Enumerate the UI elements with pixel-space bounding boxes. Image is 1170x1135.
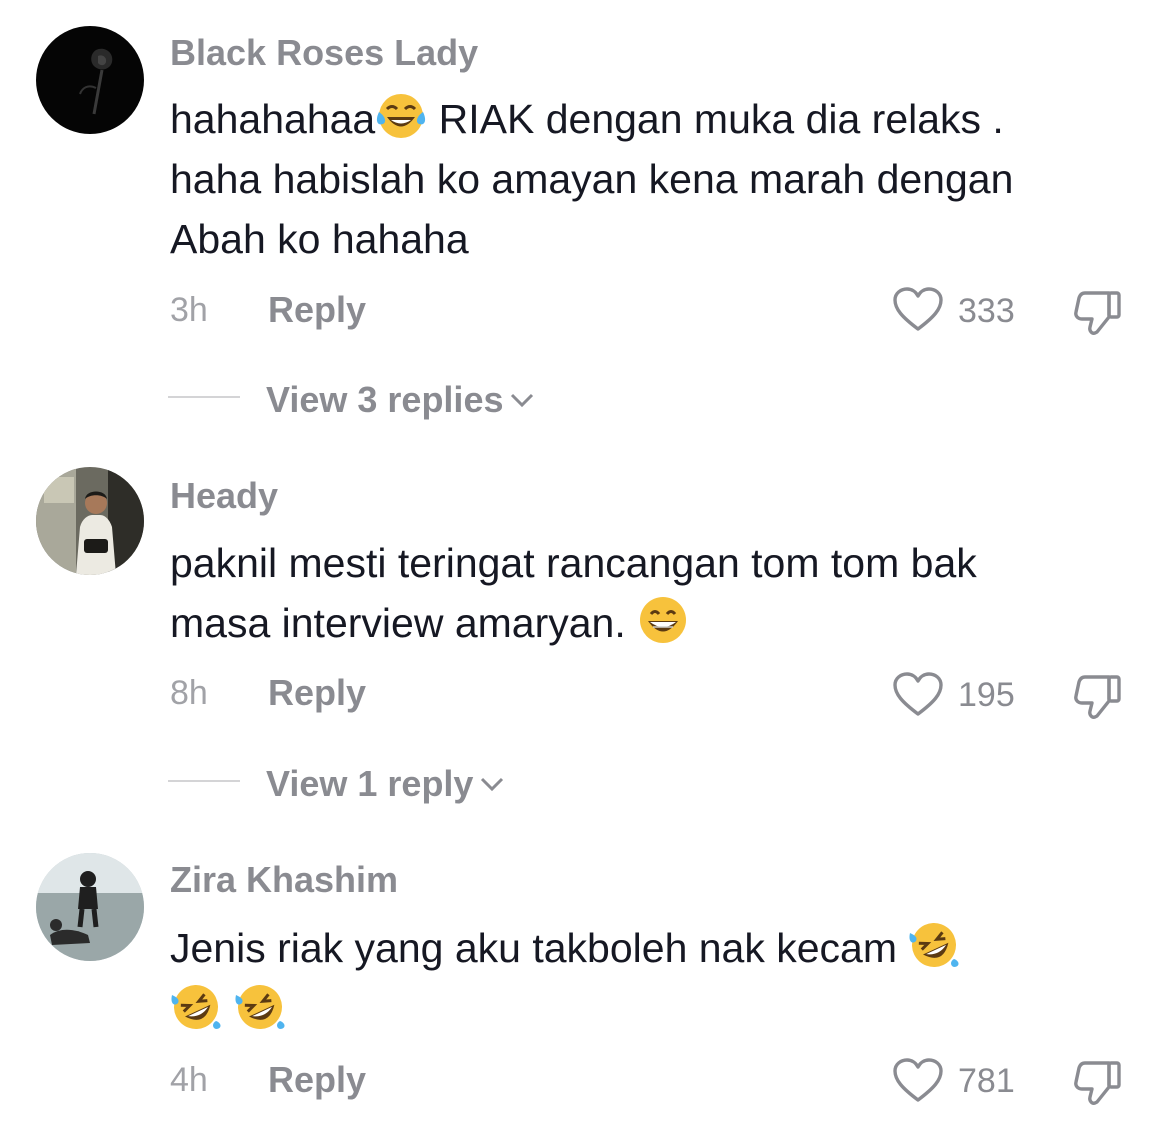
heart-outline-icon[interactable] — [892, 1058, 944, 1104]
rolling-laughing-emoji — [170, 981, 222, 1033]
like-count: 781 — [958, 1062, 1015, 1100]
avatar[interactable] — [36, 853, 144, 961]
comment-text: Jenis riak yang aku takboleh nak kecam — [170, 918, 1145, 1040]
comment-username[interactable]: Zira Khashim — [170, 859, 398, 901]
reply-button[interactable]: Reply — [268, 1059, 366, 1101]
comment-time: 4h — [170, 1061, 208, 1099]
comment-item: Zira Khashim Jenis riak yang aku takbole… — [0, 0, 1170, 1135]
rolling-laughing-emoji — [234, 981, 286, 1033]
comment-text-line: Jenis riak yang aku takboleh nak kecam — [170, 925, 909, 971]
rolling-laughing-emoji — [908, 919, 960, 971]
thumbs-down-outline-icon[interactable] — [1073, 1057, 1123, 1107]
